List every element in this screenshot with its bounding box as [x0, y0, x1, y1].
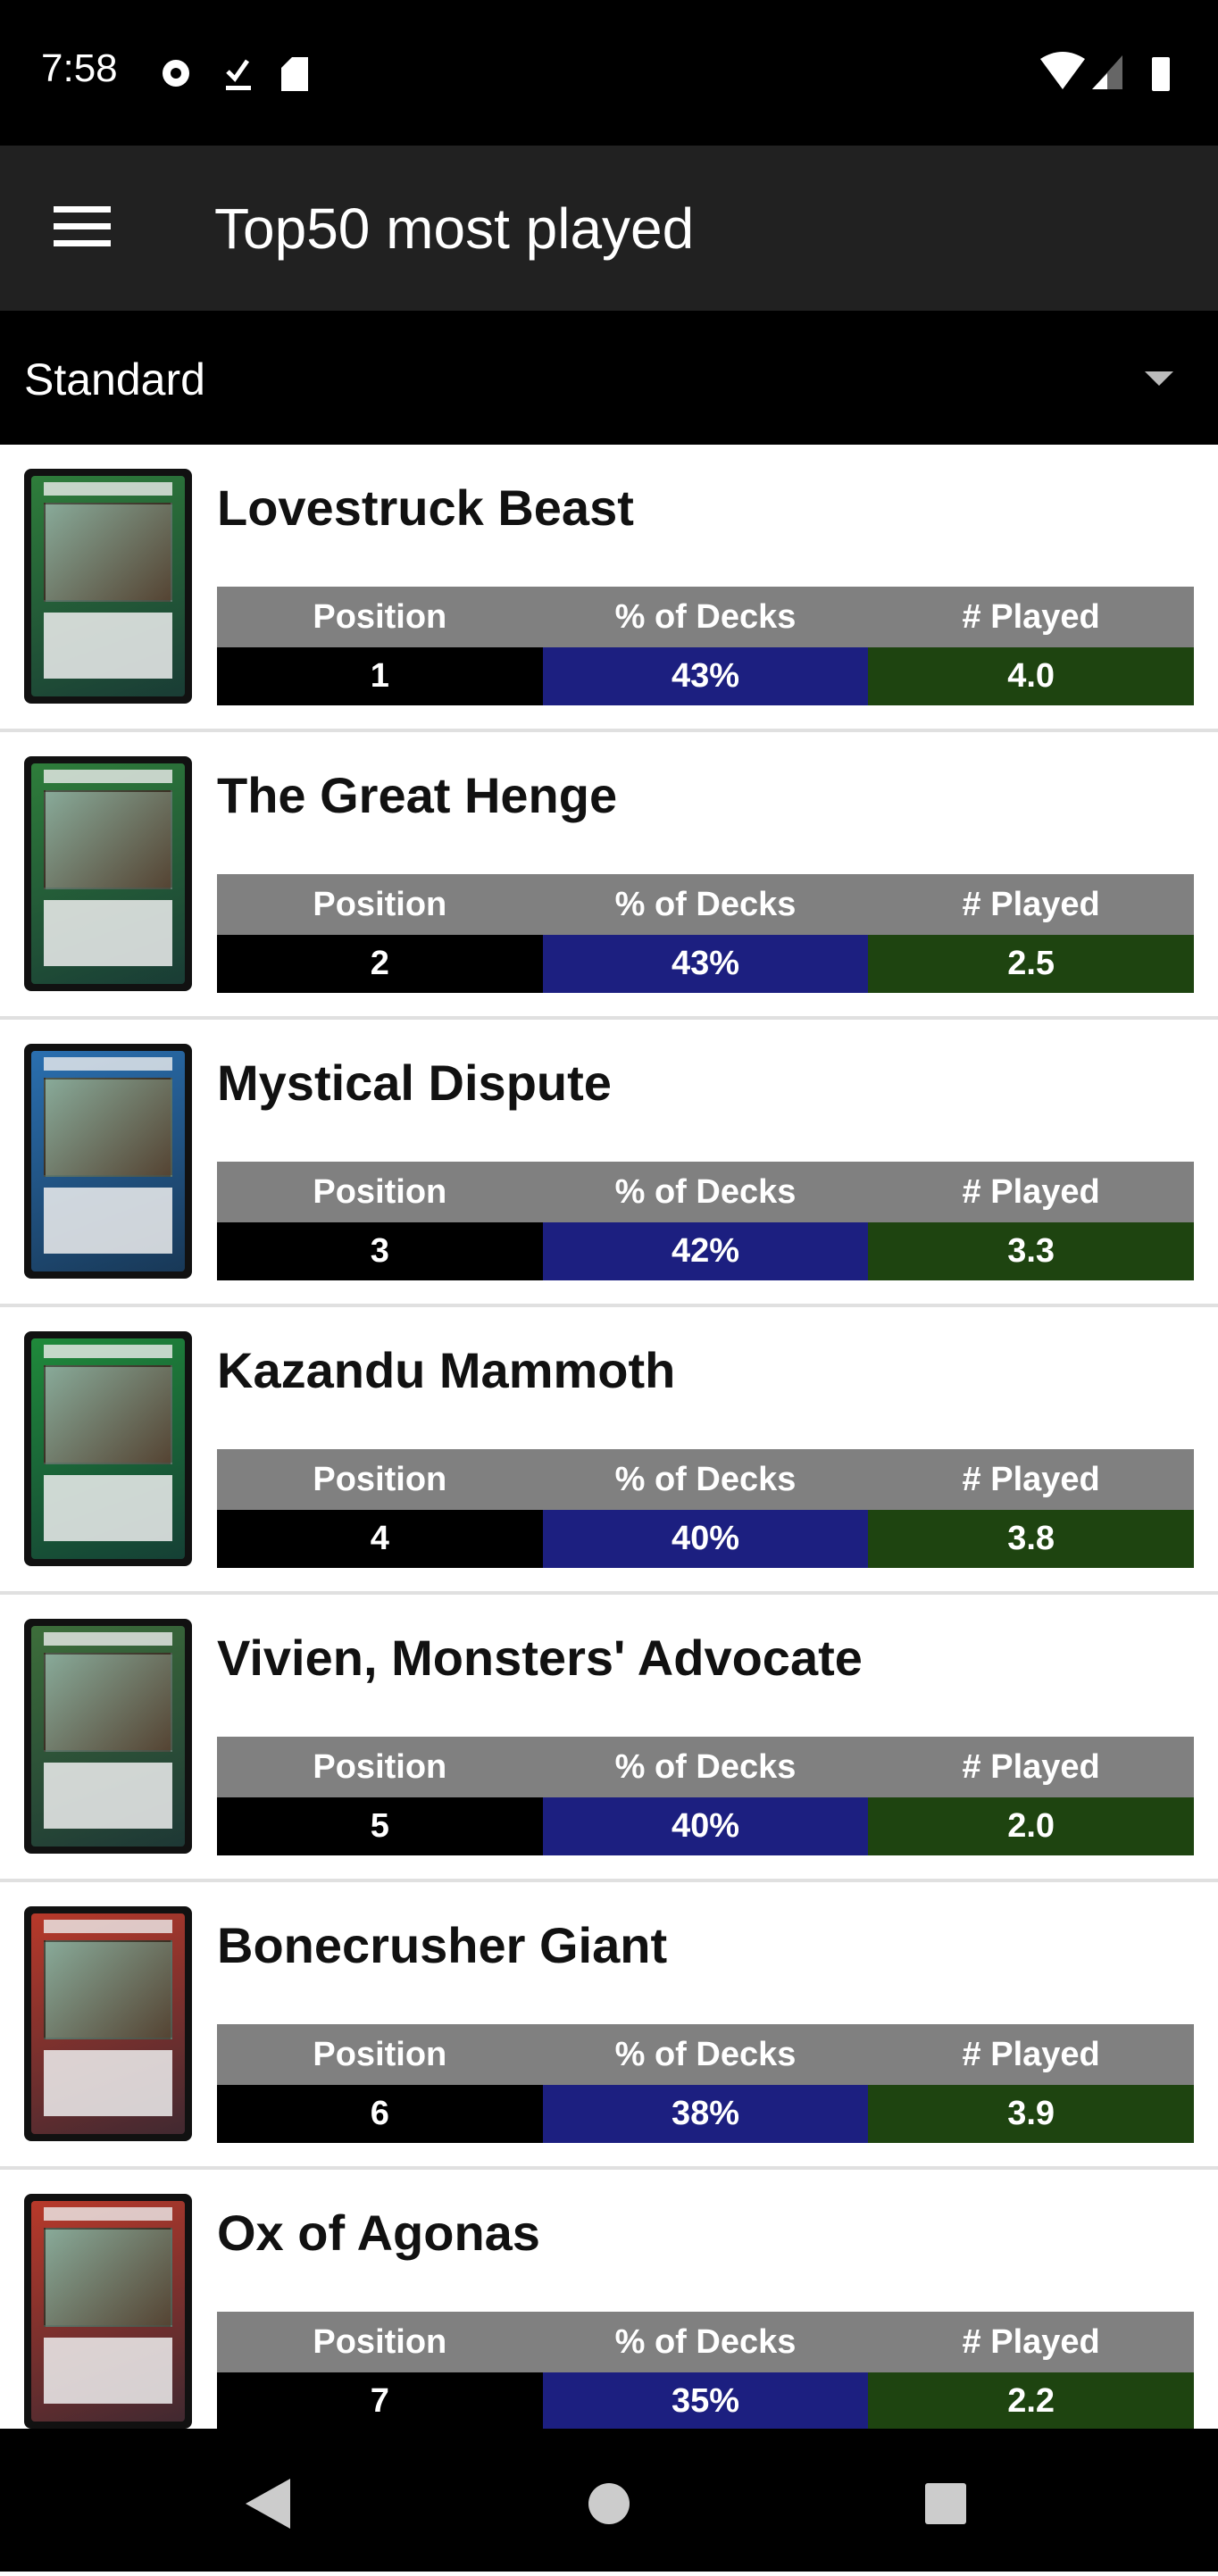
played-value: 2.2: [868, 2372, 1194, 2429]
format-select-value: Standard: [24, 354, 205, 404]
list-item[interactable]: Mystical Dispute Position % of Decks # P…: [0, 1020, 1218, 1307]
position-value: 4: [217, 1510, 543, 1568]
card-image: [24, 1331, 192, 1566]
clock: 7:58: [41, 46, 118, 90]
stats-table: Position % of Decks # Played 7 35% 2.2: [217, 2312, 1194, 2429]
list-item[interactable]: Vivien, Monsters' Advocate Position % of…: [0, 1595, 1218, 1882]
back-icon: [246, 2479, 290, 2529]
played-header: # Played: [868, 1449, 1194, 1510]
decks-header: % of Decks: [542, 2312, 869, 2372]
decks-value: 40%: [542, 1510, 869, 1568]
position-header: Position: [217, 1737, 543, 1797]
dropdown-arrow-icon: [1145, 371, 1173, 386]
position-value: 2: [217, 935, 543, 993]
position-header: Position: [217, 1162, 543, 1222]
home-icon: [588, 2483, 630, 2524]
recents-icon: [925, 2483, 966, 2524]
status-bar: 7:58: [0, 0, 1218, 146]
played-header: # Played: [868, 1737, 1194, 1797]
played-header: # Played: [868, 2024, 1194, 2085]
card-image: [24, 1906, 192, 2141]
played-value: 3.8: [868, 1510, 1194, 1568]
decks-header: % of Decks: [542, 874, 869, 935]
stats-table: Position % of Decks # Played 6 38% 3.9: [217, 2024, 1194, 2143]
card-name: Lovestruck Beast: [217, 479, 634, 536]
stats-table: Position % of Decks # Played 2 43% 2.5: [217, 874, 1194, 993]
position-header: Position: [217, 2024, 543, 2085]
played-value: 2.5: [868, 935, 1194, 993]
decks-header: % of Decks: [542, 587, 869, 647]
list-item[interactable]: Lovestruck Beast Position % of Decks # P…: [0, 445, 1218, 732]
position-value: 7: [217, 2372, 543, 2429]
notification-icons: [163, 57, 308, 91]
decks-value: 40%: [542, 1797, 869, 1855]
stats-table: Position % of Decks # Played 3 42% 3.3: [217, 1162, 1194, 1280]
decks-value: 38%: [542, 2085, 869, 2143]
stats-table: Position % of Decks # Played 4 40% 3.8: [217, 1449, 1194, 1568]
card-list[interactable]: Lovestruck Beast Position % of Decks # P…: [0, 445, 1218, 2429]
stats-table: Position % of Decks # Played 5 40% 2.0: [217, 1737, 1194, 1855]
played-header: # Played: [868, 587, 1194, 647]
list-item[interactable]: Kazandu Mammoth Position % of Decks # Pl…: [0, 1307, 1218, 1595]
card-image: [24, 756, 192, 991]
position-value: 3: [217, 1222, 543, 1280]
decks-header: % of Decks: [542, 1737, 869, 1797]
card-name: Ox of Agonas: [217, 2205, 540, 2261]
played-header: # Played: [868, 874, 1194, 935]
list-item[interactable]: Bonecrusher Giant Position % of Decks # …: [0, 1882, 1218, 2170]
decks-value: 35%: [542, 2372, 869, 2429]
position-value: 1: [217, 647, 543, 705]
card-name: The Great Henge: [217, 767, 618, 823]
card-image: [24, 1044, 192, 1279]
wifi-icon: [1040, 52, 1085, 89]
position-header: Position: [217, 587, 543, 647]
played-header: # Played: [868, 1162, 1194, 1222]
navigation-bar: [0, 2429, 1218, 2572]
download-done-icon: [226, 59, 251, 90]
page-title: Top50 most played: [214, 196, 695, 261]
card-image: [24, 469, 192, 704]
position-header: Position: [217, 2312, 543, 2372]
card-name: Vivien, Monsters' Advocate: [217, 1630, 863, 1686]
played-value: 3.3: [868, 1222, 1194, 1280]
decks-header: % of Decks: [542, 1449, 869, 1510]
list-item[interactable]: Ox of Agonas Position % of Decks # Playe…: [0, 2170, 1218, 2429]
card-image: [24, 2194, 192, 2429]
position-header: Position: [217, 874, 543, 935]
card-name: Kazandu Mammoth: [217, 1342, 676, 1398]
position-value: 5: [217, 1797, 543, 1855]
stats-table: Position % of Decks # Played 1 43% 4.0: [217, 587, 1194, 705]
decks-value: 42%: [542, 1222, 869, 1280]
app-bar: Top50 most played: [0, 146, 1218, 311]
sd-card-icon: [281, 57, 308, 91]
card-image: [24, 1619, 192, 1854]
card-name: Bonecrusher Giant: [217, 1917, 668, 1973]
battery-icon: [1152, 57, 1170, 91]
position-value: 6: [217, 2085, 543, 2143]
played-value: 3.9: [868, 2085, 1194, 2143]
decks-header: % of Decks: [542, 2024, 869, 2085]
played-value: 2.0: [868, 1797, 1194, 1855]
list-item[interactable]: The Great Henge Position % of Decks # Pl…: [0, 732, 1218, 1020]
decks-value: 43%: [542, 647, 869, 705]
card-name: Mystical Dispute: [217, 1055, 612, 1111]
gear-icon: [163, 60, 189, 87]
system-icons: [1040, 52, 1170, 91]
format-select[interactable]: Standard: [0, 311, 1218, 445]
decks-header: % of Decks: [542, 1162, 869, 1222]
hamburger-icon[interactable]: [54, 206, 111, 247]
decks-value: 43%: [542, 935, 869, 993]
played-value: 4.0: [868, 647, 1194, 705]
played-header: # Played: [868, 2312, 1194, 2372]
position-header: Position: [217, 1449, 543, 1510]
